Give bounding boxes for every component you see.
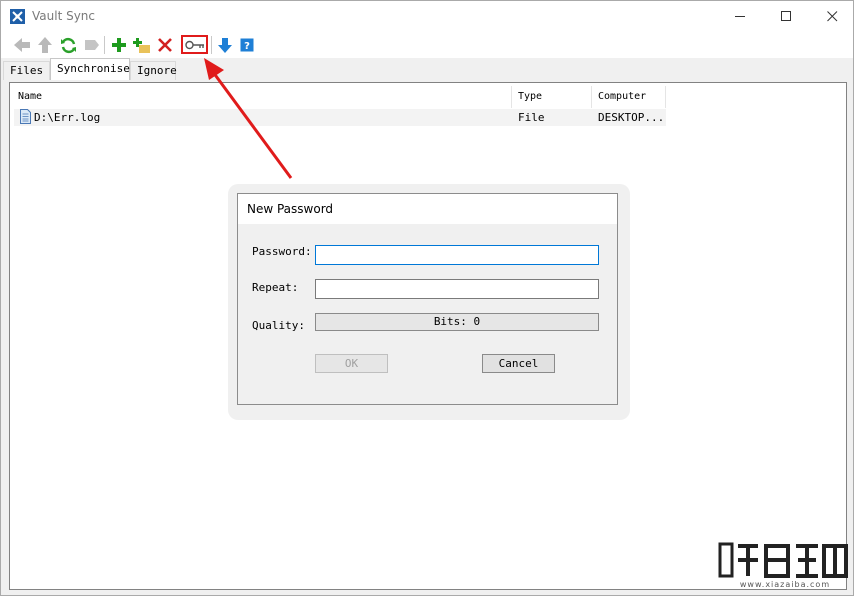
- column-header-type[interactable]: Type: [512, 86, 592, 108]
- up-arrow-icon: [38, 37, 52, 53]
- column-header-name[interactable]: Name: [12, 86, 512, 108]
- forward-icon: [84, 40, 99, 50]
- repeat-field[interactable]: [315, 279, 599, 299]
- ok-button[interactable]: OK: [315, 354, 388, 373]
- watermark-logo-icon: [718, 542, 848, 578]
- maximize-button[interactable]: [763, 1, 809, 32]
- minimize-button[interactable]: [717, 1, 763, 32]
- add-button[interactable]: [109, 35, 129, 55]
- watermark-text: www.xiazaiba.com: [739, 580, 831, 589]
- dialog-title: New Password: [238, 194, 617, 224]
- close-button[interactable]: [809, 1, 854, 32]
- file-icon: [20, 109, 31, 124]
- window-title: Vault Sync: [32, 9, 96, 23]
- toolbar-separator: [211, 36, 212, 54]
- maximize-icon: [780, 11, 791, 21]
- back-arrow-icon: [14, 38, 30, 52]
- toolbar-separator: [104, 36, 105, 54]
- app-logo-icon: [10, 9, 25, 24]
- column-header-computer[interactable]: Computer: [592, 86, 666, 108]
- delete-icon: [158, 38, 172, 52]
- toolbar: ?: [1, 32, 853, 58]
- add-icon: [112, 38, 126, 52]
- download-icon: [218, 37, 232, 53]
- back-button[interactable]: [12, 35, 32, 55]
- svg-text:?: ?: [244, 41, 250, 52]
- title-bar: Vault Sync: [1, 1, 853, 32]
- add-folder-icon: [133, 37, 150, 53]
- password-label: Password:: [252, 245, 312, 258]
- repeat-label: Repeat:: [252, 281, 299, 294]
- password-field[interactable]: [315, 245, 599, 265]
- help-icon: ?: [240, 38, 254, 52]
- delete-button[interactable]: [155, 35, 175, 55]
- up-button[interactable]: [35, 35, 55, 55]
- close-icon: [826, 11, 837, 22]
- key-icon: [184, 40, 204, 49]
- refresh-button[interactable]: [58, 35, 78, 55]
- add-folder-button[interactable]: [132, 35, 152, 55]
- quality-label: Quality:: [252, 319, 305, 332]
- row-computer: DESKTOP...: [598, 111, 665, 124]
- table-row[interactable]: D:\Err.log File DESKTOP...: [14, 109, 666, 126]
- tab-ignore[interactable]: Ignore: [130, 61, 177, 80]
- watermark: www.xiazaiba.com: [718, 540, 852, 594]
- forward-button[interactable]: [81, 35, 101, 55]
- refresh-icon: [60, 37, 76, 53]
- tab-synchronise[interactable]: Synchronise: [50, 58, 130, 80]
- download-button[interactable]: [215, 35, 235, 55]
- help-button[interactable]: ?: [237, 35, 257, 55]
- app-window: Vault Sync ? Files Synchronise Ignore Na…: [0, 0, 854, 596]
- minimize-icon: [734, 16, 745, 17]
- set-password-button[interactable]: [181, 35, 208, 54]
- quality-meter: Bits: 0: [315, 313, 599, 331]
- tab-files[interactable]: Files: [3, 61, 50, 80]
- row-name: D:\Err.log: [34, 111, 101, 124]
- new-password-dialog: New Password Password: Repeat: Quality: …: [237, 193, 618, 405]
- cancel-button[interactable]: Cancel: [482, 354, 555, 373]
- tab-bar: Files Synchronise Ignore: [1, 58, 853, 80]
- row-type: File: [518, 111, 545, 124]
